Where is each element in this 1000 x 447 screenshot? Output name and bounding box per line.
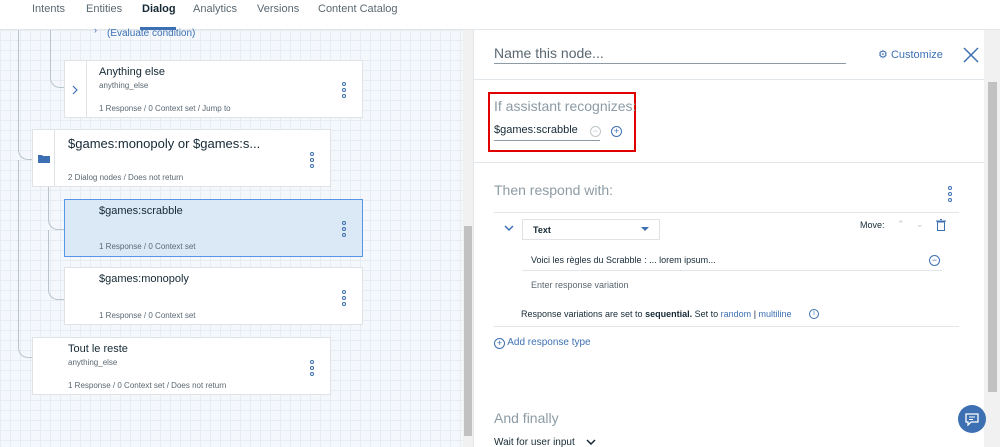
canvas-scrollbar[interactable]: [463, 30, 473, 447]
chevron-down-icon[interactable]: [504, 225, 514, 232]
tree-connector: [18, 160, 32, 358]
tree-connector: [18, 30, 32, 160]
panel-scrollbar[interactable]: [984, 30, 1000, 447]
seq-separator: |: [753, 309, 757, 319]
dialog-node-monopoly[interactable]: $games:monopoly 1 Response / 0 Context s…: [64, 267, 363, 325]
tab-entities[interactable]: Entities: [86, 3, 122, 15]
response-type-value: Text: [533, 225, 551, 235]
node-condition: anything_else: [99, 81, 149, 90]
caret-down-icon: [641, 227, 649, 231]
wait-label: Wait for user input: [494, 437, 575, 447]
response-variation-text[interactable]: Voici les règles du Scrabble : ... lorem…: [531, 255, 716, 265]
tab-versions[interactable]: Versions: [257, 3, 299, 15]
respond-label: Then respond with:: [494, 182, 614, 198]
node-name-input[interactable]: [494, 42, 846, 64]
node-title: Tout le reste: [68, 343, 128, 355]
node-title: $games:monopoly or $games:s...: [68, 136, 261, 151]
trash-icon[interactable]: [936, 219, 946, 231]
evaluate-chevron-icon[interactable]: ›: [94, 25, 97, 35]
dialog-node-anything-else[interactable]: Anything else anything_else 1 Response /…: [64, 60, 363, 118]
node-meta: 1 Response / 0 Context set: [99, 242, 196, 251]
node-condition: anything_else: [68, 358, 118, 367]
wait-for-input-select[interactable]: Wait for user input: [494, 437, 596, 447]
node-side: [65, 61, 87, 117]
node-menu-icon[interactable]: [309, 152, 315, 170]
node-title: Anything else: [99, 66, 166, 78]
gear-icon: ⚙: [878, 49, 888, 61]
info-icon[interactable]: i: [809, 309, 819, 319]
dialog-folder-games[interactable]: $games:monopoly or $games:s... 2 Dialog …: [32, 129, 331, 187]
section-divider: [474, 162, 984, 163]
node-meta: 1 Response / 0 Context set / Does not re…: [68, 381, 227, 390]
variation-underline: [522, 270, 942, 271]
tab-analytics[interactable]: Analytics: [193, 3, 237, 15]
node-title: $games:monopoly: [99, 273, 189, 285]
dialog-node-scrabble[interactable]: $games:scrabble 1 Response / 0 Context s…: [64, 199, 363, 257]
move-up-icon[interactable]: ⌃: [897, 219, 905, 230]
top-nav: Intents Entities Dialog Analytics Versio…: [0, 0, 1000, 30]
set-multiline-link[interactable]: multiline: [759, 309, 792, 319]
chat-button[interactable]: [958, 405, 986, 433]
enter-variation-input[interactable]: Enter response variation: [531, 280, 629, 290]
tab-content-catalog[interactable]: Content Catalog: [318, 3, 398, 15]
add-condition-icon[interactable]: +: [611, 126, 622, 137]
dialog-node-tout-le-reste[interactable]: Tout le reste anything_else 1 Response /…: [32, 337, 331, 395]
customize-label: Customize: [890, 49, 943, 61]
chevron-right-icon[interactable]: [72, 85, 79, 95]
move-label: Move:: [860, 220, 885, 230]
set-random-link[interactable]: random: [721, 309, 752, 319]
add-icon: +: [494, 338, 505, 349]
add-response-label: Add response type: [507, 337, 591, 348]
tree-connector: [48, 185, 64, 230]
dialog-tree-canvas[interactable]: › (Evaluate condition) Anything else any…: [0, 25, 463, 447]
tree-connector: [48, 230, 64, 300]
response-type-select[interactable]: Text: [522, 219, 660, 240]
respond-menu-icon[interactable]: [947, 186, 953, 204]
move-down-icon[interactable]: ⌄: [916, 219, 924, 230]
node-meta: 2 Dialog nodes / Does not return: [68, 173, 184, 182]
seq-mode: sequential.: [645, 309, 693, 319]
node-editor-panel: ⚙ Customize If assistant recognizes: $ga…: [473, 30, 1000, 447]
chat-icon: [965, 413, 979, 426]
condition-underline: [494, 140, 600, 141]
panel-header: ⚙ Customize: [474, 30, 984, 80]
node-menu-icon[interactable]: [341, 82, 347, 100]
node-menu-icon[interactable]: [341, 290, 347, 308]
node-menu-icon[interactable]: [309, 360, 315, 378]
add-response-type-button[interactable]: + Add response type: [494, 337, 591, 349]
remove-condition-icon[interactable]: −: [590, 126, 601, 137]
node-side: [33, 130, 55, 186]
folder-icon: [38, 155, 50, 163]
chevron-down-icon: [586, 439, 596, 446]
node-title: $games:scrabble: [99, 205, 183, 217]
scrollbar-thumb[interactable]: [988, 82, 997, 392]
evaluate-condition-link[interactable]: (Evaluate condition): [107, 28, 195, 39]
recognizes-label: If assistant recognizes:: [494, 98, 637, 114]
finally-label: And finally: [494, 410, 559, 426]
variation-mode-text: Response variations are set to sequentia…: [521, 309, 792, 319]
tree-connector: [50, 30, 64, 88]
tab-dialog[interactable]: Dialog: [142, 3, 176, 15]
condition-input[interactable]: $games:scrabble: [494, 124, 578, 136]
remove-variation-icon[interactable]: −: [929, 255, 940, 266]
scrollbar-thumb[interactable]: [464, 226, 472, 436]
tab-intents[interactable]: Intents: [32, 3, 65, 15]
customize-button[interactable]: ⚙ Customize: [878, 48, 943, 61]
seq-prefix: Response variations are set to: [521, 309, 643, 319]
node-meta: 1 Response / 0 Context set: [99, 311, 196, 320]
seq-setto: Set to: [694, 309, 719, 319]
close-icon[interactable]: [962, 46, 980, 64]
node-menu-icon[interactable]: [341, 221, 347, 239]
node-meta: 1 Response / 0 Context set / Jump to: [99, 104, 231, 113]
